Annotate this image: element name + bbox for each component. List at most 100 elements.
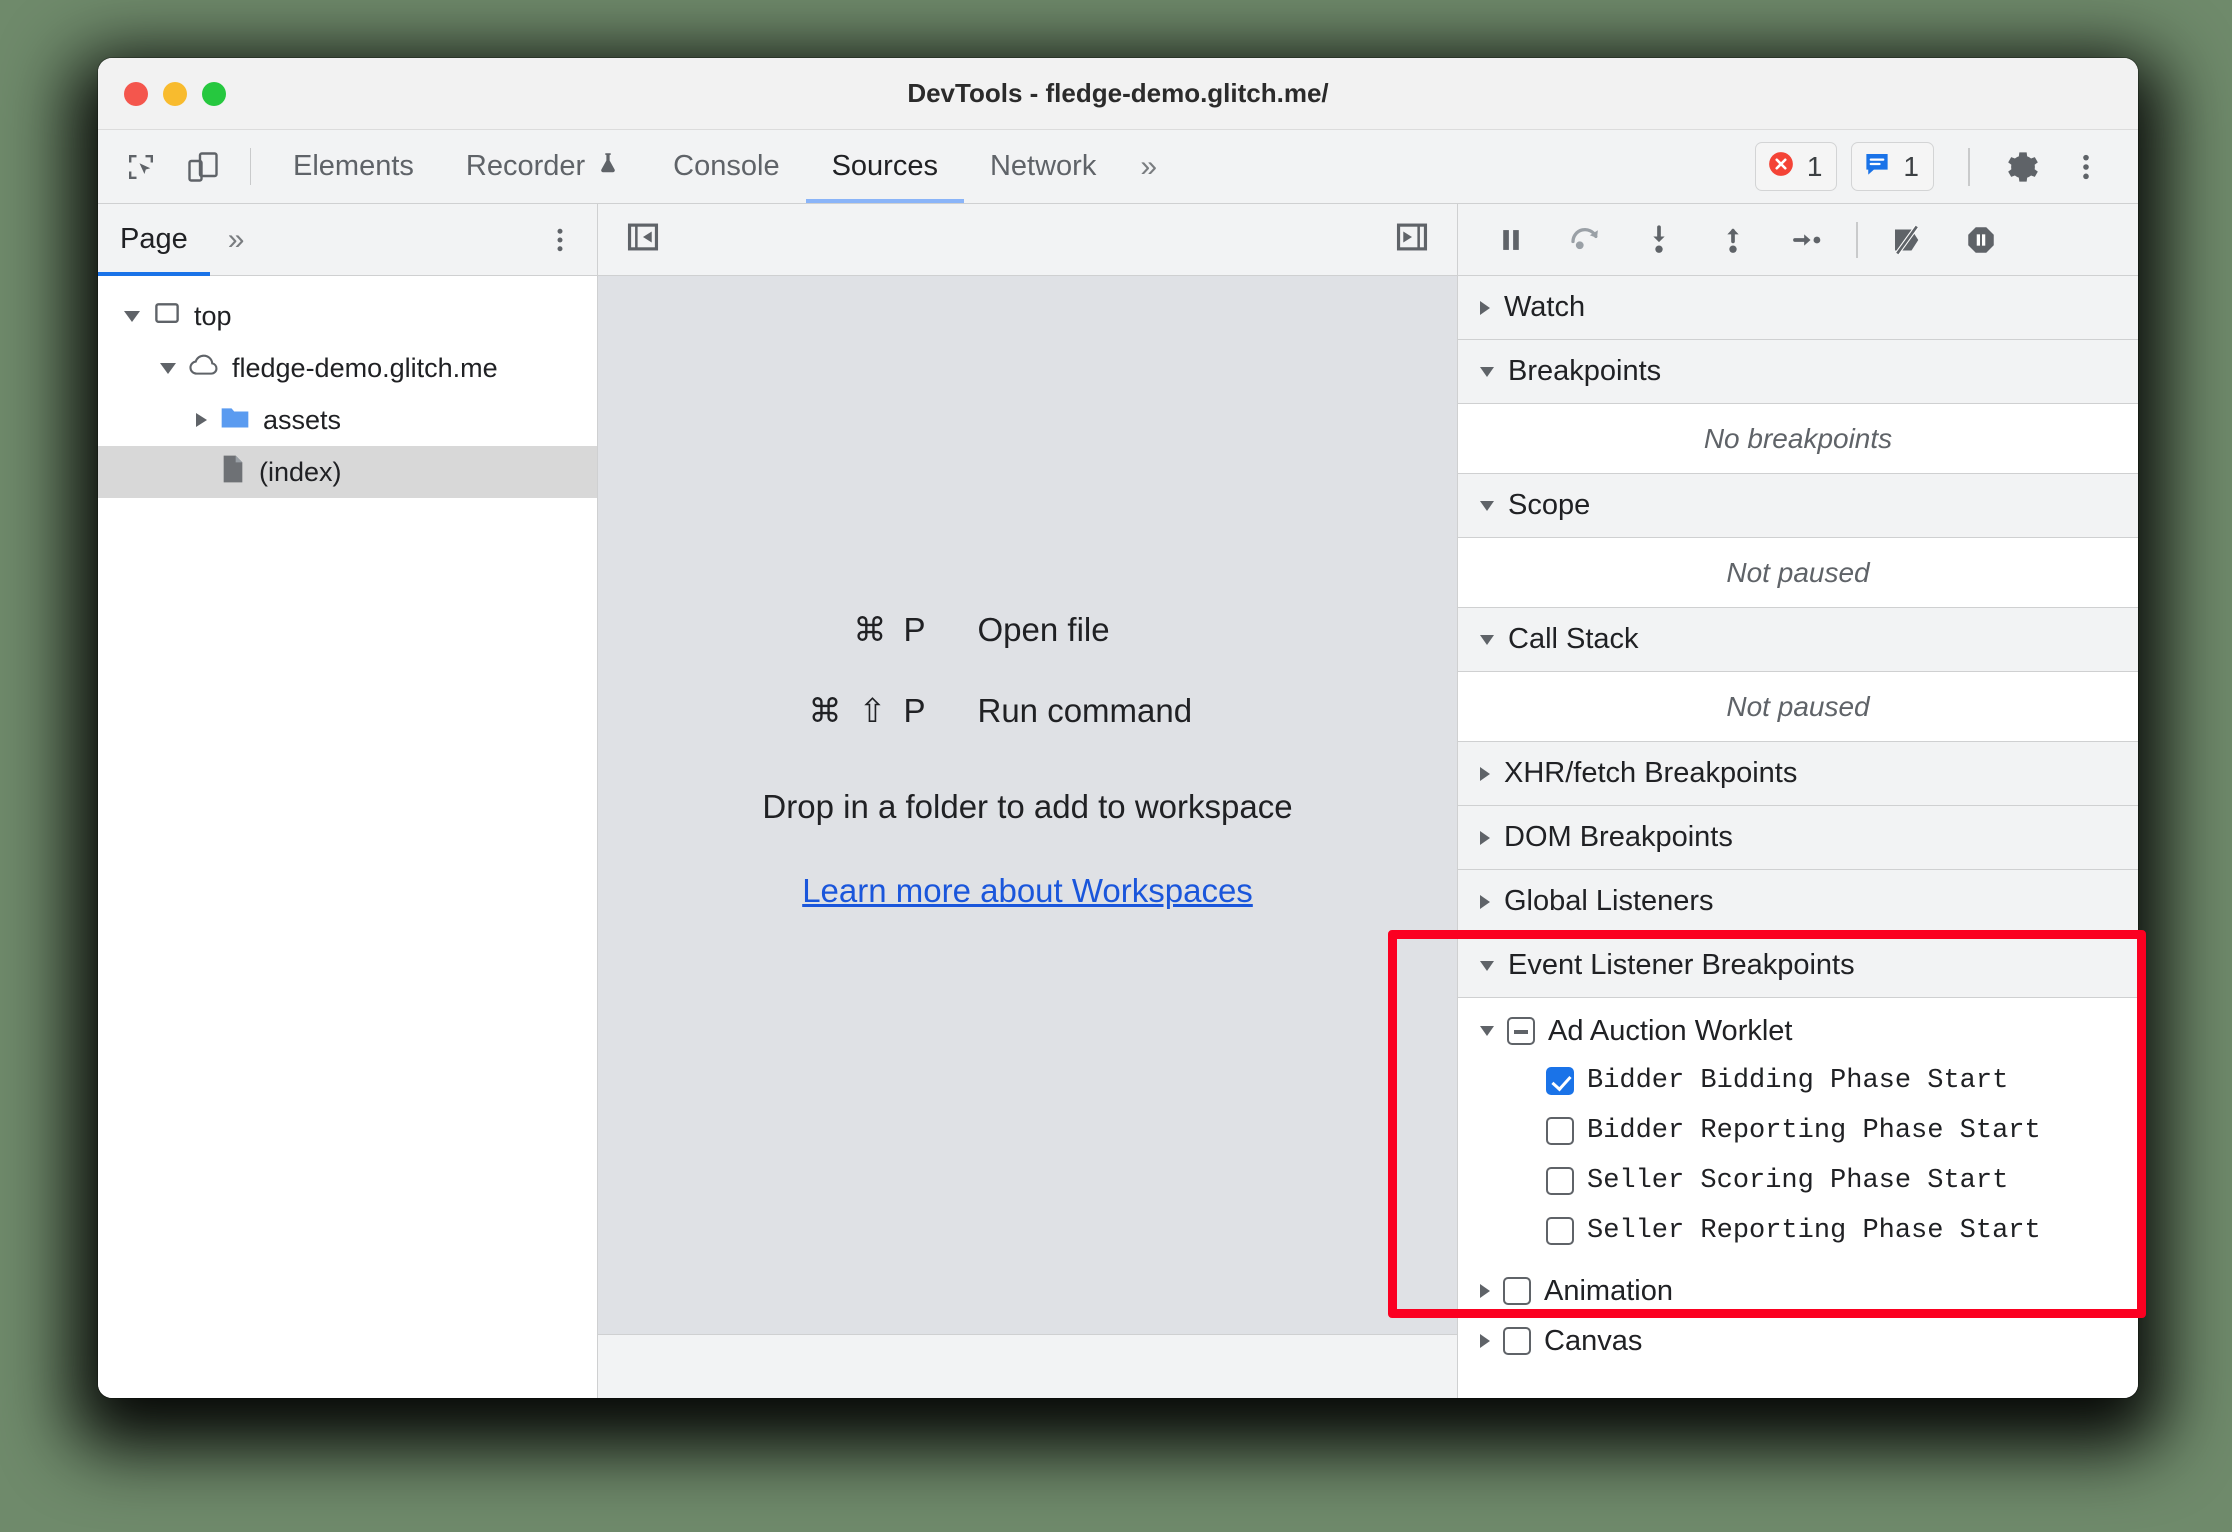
elb-item-checkbox[interactable]: [1546, 1217, 1574, 1245]
section-watch[interactable]: Watch: [1458, 276, 2138, 340]
chevron-down-icon[interactable]: [1480, 634, 1494, 645]
nav-tab-label: Page: [120, 223, 188, 255]
elb-group-animation[interactable]: Animation: [1458, 1266, 2138, 1316]
debugger-toolbar: [1458, 204, 2138, 276]
elb-item-label: Bidder Bidding Phase Start: [1587, 1066, 2009, 1096]
chevron-down-icon[interactable]: [124, 310, 140, 322]
step-out-icon[interactable]: [1696, 223, 1770, 257]
elb-item-bidder-bidding-phase-start[interactable]: Bidder Bidding Phase Start: [1458, 1056, 2138, 1106]
minimize-button[interactable]: [163, 81, 187, 106]
tab-sources[interactable]: Sources: [805, 130, 965, 203]
devtools-tabbar: Elements Recorder Console Sources Networ…: [98, 130, 2138, 204]
tree-item-assets[interactable]: assets: [98, 394, 597, 446]
tab-label: Sources: [831, 150, 938, 182]
toolbar-right-group: 1 1: [1754, 130, 2138, 203]
tab-network[interactable]: Network: [964, 130, 1122, 203]
close-button[interactable]: [124, 81, 148, 106]
toolbar-divider: [1856, 221, 1858, 258]
elb-item-seller-scoring-phase-start[interactable]: Seller Scoring Phase Start: [1458, 1156, 2138, 1206]
section-scope[interactable]: Scope: [1458, 474, 2138, 538]
elb-group-checkbox[interactable]: [1507, 1017, 1535, 1045]
chevron-down-icon[interactable]: [1480, 960, 1494, 971]
toolbar-divider: [1968, 147, 1970, 186]
inspect-element-icon[interactable]: [110, 130, 172, 203]
pause-icon[interactable]: [1474, 223, 1548, 257]
elb-item-checkbox[interactable]: [1546, 1167, 1574, 1195]
pause-on-exceptions-icon[interactable]: [1944, 223, 2018, 257]
elb-group-canvas[interactable]: Canvas: [1458, 1316, 2138, 1366]
elb-item-checkbox[interactable]: [1546, 1067, 1574, 1095]
navigator-more-icon[interactable]: »: [210, 204, 263, 275]
document-icon: [219, 453, 247, 492]
chevron-down-icon[interactable]: [1480, 500, 1494, 511]
elb-group-checkbox[interactable]: [1503, 1277, 1531, 1305]
tree-item-index[interactable]: (index): [98, 446, 597, 498]
device-toolbar-icon[interactable]: [172, 130, 234, 203]
editor-statusbar: [598, 1334, 1457, 1398]
zoom-button[interactable]: [202, 81, 226, 106]
step-into-icon[interactable]: [1622, 223, 1696, 257]
gear-icon[interactable]: [1990, 148, 2056, 186]
section-title: XHR/fetch Breakpoints: [1504, 757, 1798, 789]
section-global-listeners[interactable]: Global Listeners: [1458, 870, 2138, 934]
section-title: Scope: [1508, 489, 1591, 521]
tree-item-origin[interactable]: fledge-demo.glitch.me: [98, 342, 597, 394]
section-call-stack[interactable]: Call Stack: [1458, 608, 2138, 672]
kebab-menu-icon[interactable]: [2056, 151, 2116, 183]
workspace-drop-hint: Drop in a folder to add to workspace: [762, 788, 1293, 825]
step-icon[interactable]: [1770, 223, 1844, 257]
navigator-menu-icon[interactable]: [523, 204, 597, 275]
collapse-sidebar-left-icon[interactable]: [624, 218, 662, 261]
chevron-right-icon[interactable]: [1480, 830, 1490, 845]
chevron-right-icon[interactable]: [1480, 894, 1490, 909]
elb-item-label: Bidder Reporting Phase Start: [1587, 1116, 2041, 1146]
section-event-listener-breakpoints[interactable]: Event Listener Breakpoints: [1458, 934, 2138, 998]
learn-more-workspaces-link[interactable]: Learn more about Workspaces: [802, 872, 1253, 910]
chevron-down-icon[interactable]: [1480, 366, 1494, 377]
editor-empty-state: ⌘ P Open file ⌘ ⇧ P Run command Drop in …: [598, 276, 1457, 1334]
elb-group-label: Ad Auction Worklet: [1548, 1014, 1793, 1047]
tree-item-label: (index): [259, 456, 342, 487]
elb-item-seller-reporting-phase-start[interactable]: Seller Reporting Phase Start: [1458, 1206, 2138, 1256]
chevron-down-icon[interactable]: [160, 362, 176, 374]
elb-item-bidder-reporting-phase-start[interactable]: Bidder Reporting Phase Start: [1458, 1106, 2138, 1156]
section-title: Event Listener Breakpoints: [1508, 949, 1855, 981]
section-title: Watch: [1504, 291, 1586, 323]
section-breakpoints[interactable]: Breakpoints: [1458, 340, 2138, 404]
chevron-right-icon[interactable]: [1480, 766, 1490, 781]
folder-icon: [219, 403, 251, 438]
nav-tab-page[interactable]: Page: [98, 204, 210, 276]
elb-group-label: Animation: [1544, 1274, 1673, 1307]
tab-elements[interactable]: Elements: [267, 130, 440, 203]
section-title: Global Listeners: [1504, 885, 1714, 917]
tab-label: Console: [673, 150, 780, 182]
message-count-badge[interactable]: 1: [1851, 142, 1934, 191]
section-dom-breakpoints[interactable]: DOM Breakpoints: [1458, 806, 2138, 870]
chevron-right-icon[interactable]: [1480, 1334, 1490, 1348]
elb-item-checkbox[interactable]: [1546, 1117, 1574, 1145]
step-over-icon[interactable]: [1548, 222, 1622, 258]
chevron-right-icon[interactable]: [196, 413, 207, 427]
elb-group-ad-auction-worklet[interactable]: Ad Auction Worklet: [1458, 1006, 2138, 1056]
more-tabs-icon[interactable]: »: [1122, 130, 1175, 203]
section-xhr-fetch-breakpoints[interactable]: XHR/fetch Breakpoints: [1458, 742, 2138, 806]
tab-console[interactable]: Console: [647, 130, 805, 203]
deactivate-breakpoints-icon[interactable]: [1870, 222, 1944, 258]
window-titlebar: DevTools - fledge-demo.glitch.me/: [98, 58, 2138, 130]
editor-toolbar: [598, 204, 1457, 276]
tree-item-label: fledge-demo.glitch.me: [232, 352, 498, 383]
tree-item-top[interactable]: top: [98, 290, 597, 342]
debugger-sidebar: Watch Breakpoints No breakpoints Scope N…: [1458, 204, 2138, 1398]
chevron-right-icon[interactable]: [1480, 300, 1490, 315]
error-count-badge[interactable]: 1: [1754, 142, 1838, 191]
tab-recorder[interactable]: Recorder: [440, 130, 647, 203]
breakpoints-empty-message: No breakpoints: [1458, 404, 2138, 474]
chevron-right-icon[interactable]: [1480, 1284, 1490, 1298]
shortcut-action: Run command: [977, 692, 1193, 729]
collapse-sidebar-right-icon[interactable]: [1393, 218, 1431, 261]
event-listener-breakpoints-tree: Ad Auction Worklet Bidder Bidding Phase …: [1458, 998, 2138, 1366]
chevron-down-icon[interactable]: [1480, 1026, 1494, 1036]
message-icon: [1862, 149, 1892, 184]
elb-group-checkbox[interactable]: [1503, 1327, 1531, 1355]
scope-empty-message: Not paused: [1458, 538, 2138, 608]
